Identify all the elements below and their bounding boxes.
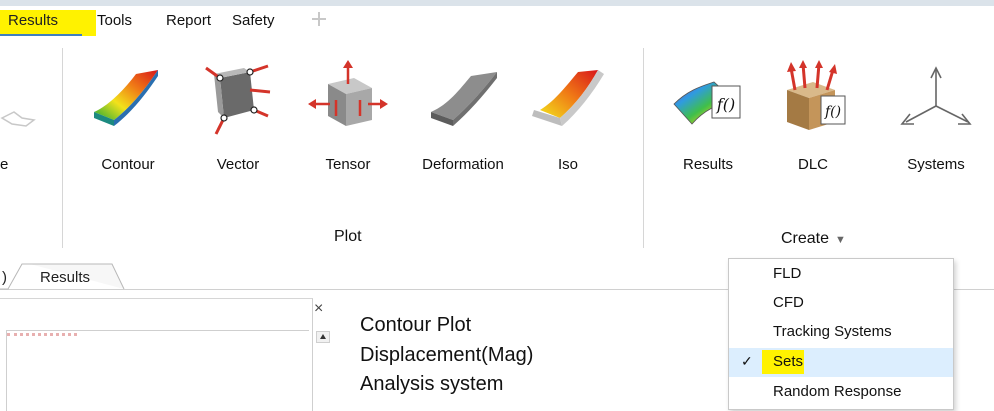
tensor-icon <box>308 60 388 126</box>
systems-button[interactable]: Systems <box>894 60 978 180</box>
systems-label: Systems <box>907 156 965 173</box>
caret-down-icon: ▼ <box>835 234 846 246</box>
tensor-button[interactable]: Tensor <box>308 60 388 180</box>
dropdown-item-fld[interactable]: FLD <box>729 260 953 289</box>
dropdown-item-tracking-systems[interactable]: Tracking Systems <box>729 318 953 347</box>
menu-bar <box>0 0 994 42</box>
tab-results[interactable]: Results <box>40 269 90 295</box>
ribbon-separator <box>62 48 63 248</box>
menu-active-underline <box>0 34 82 36</box>
contour-button[interactable]: Contour <box>90 60 166 180</box>
ribbon-separator <box>643 48 644 248</box>
vector-label: Vector <box>216 156 260 173</box>
viewport-info-result: Displacement(Mag) <box>360 344 534 366</box>
vector-button[interactable]: Vector <box>200 60 276 180</box>
plus-icon[interactable] <box>311 11 327 27</box>
deformation-label: Deformation <box>422 156 504 173</box>
partial-ribbon-icon[interactable] <box>0 100 40 140</box>
dlc-label: DLC <box>797 156 828 173</box>
create-dropdown-menu: FLD CFD Tracking Systems ✓ Sets Random R… <box>728 258 954 410</box>
menu-results-label: Results <box>8 12 59 29</box>
scroll-up-arrow-icon[interactable] <box>316 331 330 343</box>
check-icon: ✓ <box>741 353 753 369</box>
iso-label: Iso <box>557 156 578 173</box>
results-create-label: Results <box>682 156 734 173</box>
svg-text:f(): f() <box>824 104 841 120</box>
contour-label: Contour <box>101 156 155 173</box>
dropdown-item-sets[interactable]: ✓ Sets <box>729 348 953 377</box>
plot-group-label: Plot <box>334 228 362 245</box>
dlc-icon: f() <box>787 60 846 130</box>
dropdown-item-label: Random Response <box>773 383 902 400</box>
create-group-dropdown[interactable]: Create ▼ <box>781 230 846 248</box>
iso-button[interactable]: Iso <box>532 60 604 180</box>
deformation-icon <box>431 72 497 126</box>
systems-axes-icon <box>900 66 972 125</box>
dropdown-item-label: FLD <box>773 265 802 282</box>
deformation-button[interactable]: Deformation <box>410 60 516 180</box>
menu-report[interactable]: Report <box>166 12 211 29</box>
tensor-label: Tensor <box>325 156 371 173</box>
panel-list[interactable] <box>6 330 309 411</box>
viewport-info-system: Analysis system <box>360 373 504 395</box>
dropdown-item-label: Tracking Systems <box>773 323 892 340</box>
clipped-red-text <box>7 325 77 336</box>
results-function-icon: f() <box>673 81 741 125</box>
menu-results[interactable]: Results <box>0 10 96 36</box>
viewport-info-plot-type: Contour Plot <box>360 314 472 336</box>
pointer-icon <box>0 111 36 127</box>
svg-text:f(): f() <box>716 95 735 114</box>
menu-safety[interactable]: Safety <box>232 12 275 29</box>
contour-icon <box>94 70 158 126</box>
partial-ribbon-label: e <box>0 156 9 173</box>
iso-icon <box>532 70 604 126</box>
dlc-button[interactable]: f() DLC <box>780 60 846 180</box>
menu-tools[interactable]: Tools <box>97 12 132 29</box>
vector-icon <box>205 64 271 135</box>
create-group-label: Create <box>781 230 830 247</box>
dropdown-item-random-response[interactable]: Random Response <box>729 378 953 407</box>
dropdown-item-label: CFD <box>773 294 804 311</box>
title-strip <box>0 0 994 6</box>
results-create-button[interactable]: f() Results <box>668 60 748 180</box>
dropdown-item-cfd[interactable]: CFD <box>729 289 953 318</box>
tab-partial[interactable]: ) <box>2 269 7 295</box>
close-icon[interactable]: × <box>314 300 323 318</box>
dropdown-item-label: Sets <box>773 353 804 370</box>
